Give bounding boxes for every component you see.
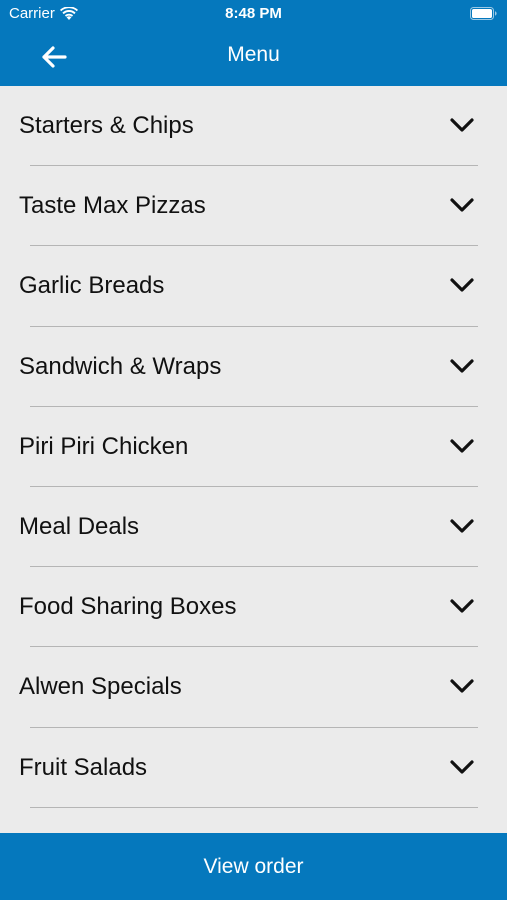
category-item-piri-piri-chicken[interactable]: Piri Piri Chicken <box>0 407 507 487</box>
category-item-garlic-breads[interactable]: Garlic Breads <box>0 246 507 327</box>
chevron-down-icon <box>450 519 474 533</box>
category-label: Taste Max Pizzas <box>19 192 206 220</box>
category-label: Garlic Breads <box>19 272 165 300</box>
category-label: Piri Piri Chicken <box>19 432 189 460</box>
nav-bar: Menu <box>0 28 507 86</box>
chevron-down-icon <box>450 759 474 774</box>
chevron-down-icon <box>450 118 474 132</box>
chevron-down-icon <box>450 198 474 212</box>
battery-icon <box>470 7 497 20</box>
chevron-down-icon <box>450 679 474 693</box>
category-list: Starters & Chips Taste Max Pizzas Garlic… <box>0 86 507 833</box>
view-order-button[interactable]: View order <box>0 833 507 900</box>
chevron-down-icon <box>450 278 474 292</box>
category-label: Starters & Chips <box>19 112 194 139</box>
status-bar: Carrier 8:48 PM <box>0 0 507 28</box>
view-order-label: View order <box>203 854 304 878</box>
category-item-sandwich-wraps[interactable]: Sandwich & Wraps <box>0 327 507 407</box>
category-label: Fruit Salads <box>19 753 148 781</box>
divider <box>30 806 478 808</box>
chevron-down-icon <box>450 358 474 373</box>
category-label: Food Sharing Boxes <box>19 593 237 621</box>
category-item-meal-deals[interactable]: Meal Deals <box>0 487 507 568</box>
category-item-taste-max-pizzas[interactable]: Taste Max Pizzas <box>0 166 507 247</box>
category-item-fruit-salads[interactable]: Fruit Salads <box>0 728 507 808</box>
category-item-food-sharing-boxes[interactable]: Food Sharing Boxes <box>0 567 507 648</box>
category-item-alwen-specials[interactable]: Alwen Specials <box>0 647 507 728</box>
category-label: Alwen Specials <box>19 673 182 701</box>
chevron-down-icon <box>450 599 474 613</box>
page-title: Menu <box>227 43 280 66</box>
category-item-starters-chips[interactable]: Starters & Chips <box>0 86 507 167</box>
category-label: Sandwich & Wraps <box>19 352 222 380</box>
category-label: Meal Deals <box>19 512 140 540</box>
chevron-down-icon <box>450 439 474 453</box>
menu-screen: Carrier 8:48 PM Menu Starters & Chips Ta… <box>0 0 507 900</box>
status-time: 8:48 PM <box>225 5 282 22</box>
header: Carrier 8:48 PM Menu <box>0 0 507 86</box>
